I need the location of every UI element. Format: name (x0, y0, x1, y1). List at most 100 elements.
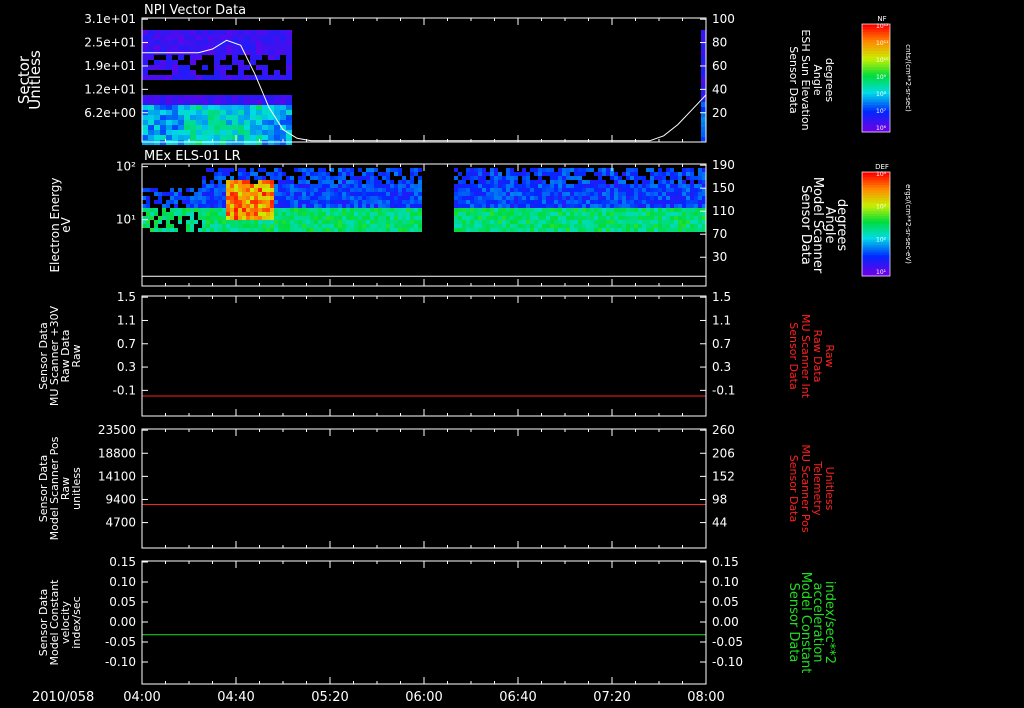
heatmap-cell (586, 208, 590, 212)
heatmap-cell (414, 204, 418, 208)
heatmap-cell (190, 188, 194, 192)
heatmap-cell (602, 192, 606, 196)
heatmap-cell (306, 200, 310, 204)
heatmap-cell (178, 120, 184, 125)
y-tick-label: 0.7 (117, 337, 136, 351)
heatmap-cell (194, 208, 198, 212)
y-tick-label: 9400 (105, 492, 136, 506)
heatmap-cell (602, 224, 606, 228)
heatmap-cell (154, 35, 160, 40)
heatmap-cell (268, 120, 274, 125)
heatmap-cell (582, 172, 586, 176)
heatmap-cell (610, 212, 614, 216)
heatmap-cell (558, 200, 562, 204)
heatmap-cell (670, 176, 674, 180)
heatmap-cell (256, 50, 262, 55)
heatmap-cell (274, 30, 280, 35)
heatmap-cell (268, 30, 274, 35)
y-tick-label: 2.5e+01 (84, 36, 136, 50)
heatmap-cell (174, 200, 178, 204)
heatmap-cell (346, 212, 350, 216)
heatmap-cell (326, 212, 330, 216)
heatmap-cell (398, 180, 402, 184)
heatmap-cell (294, 228, 298, 232)
heatmap-cell (310, 188, 314, 192)
heatmap-cell (502, 180, 506, 184)
heatmap-cell (202, 100, 208, 105)
heatmap-cell (462, 212, 466, 216)
heatmap-cell (256, 115, 262, 120)
heatmap-cell (326, 192, 330, 196)
heatmap-cell (546, 204, 550, 208)
heatmap-cell (474, 208, 478, 212)
heatmap-cell (650, 180, 654, 184)
heatmap-cell (190, 208, 194, 212)
heatmap-cell (226, 30, 232, 35)
heatmap-cell (174, 196, 178, 200)
heatmap-cell (226, 196, 230, 200)
heatmap-cell (306, 196, 310, 200)
heatmap-cell (234, 216, 238, 220)
heatmap-cell (386, 184, 390, 188)
heatmap-cell (232, 130, 238, 135)
def-colorbar-tick: 10² (876, 236, 887, 243)
heatmap-cell (662, 172, 666, 176)
heatmap-cell (262, 70, 268, 75)
heatmap-cell (366, 176, 370, 180)
heatmap-cell (202, 65, 208, 70)
heatmap-cell (280, 120, 286, 125)
heatmap-cell (454, 208, 458, 212)
heatmap-cell (490, 212, 494, 216)
heatmap-cell (278, 168, 282, 172)
heatmap-cell (590, 212, 594, 216)
heatmap-cell (482, 184, 486, 188)
heatmap-cell (670, 188, 674, 192)
heatmap-cell (478, 228, 482, 232)
heatmap-cell (254, 228, 258, 232)
heatmap-cell (522, 216, 526, 220)
heatmap-cell (242, 188, 246, 192)
heatmap-cell (630, 196, 634, 200)
heatmap-cell (218, 168, 222, 172)
heatmap-cell (278, 176, 282, 180)
heatmap-cell (586, 228, 590, 232)
heatmap-cell (154, 115, 160, 120)
heatmap-cell (238, 204, 242, 208)
heatmap-cell (358, 200, 362, 204)
heatmap-cell (286, 216, 290, 220)
heatmap-cell (386, 228, 390, 232)
heatmap-cell (626, 172, 630, 176)
heatmap-cell (230, 180, 234, 184)
heatmap-cell (250, 192, 254, 196)
heatmap-cell (526, 224, 530, 228)
heatmap-cell (382, 224, 386, 228)
heatmap-cell (254, 184, 258, 188)
heatmap-cell (294, 220, 298, 224)
heatmap-cell (654, 200, 658, 204)
heatmap-cell (266, 212, 270, 216)
heatmap-cell (522, 204, 526, 208)
heatmap-cell (494, 224, 498, 228)
y-tick-label-right: 60 (712, 59, 727, 73)
heatmap-cell (390, 180, 394, 184)
heatmap-cell (278, 216, 282, 220)
heatmap-cell (206, 188, 210, 192)
heatmap-cell (458, 192, 462, 196)
heatmap-cell (370, 208, 374, 212)
heatmap-cell (166, 120, 172, 125)
heatmap-cell (178, 188, 182, 192)
heatmap-cell (602, 180, 606, 184)
heatmap-cell (550, 196, 554, 200)
heatmap-cell (294, 192, 298, 196)
heatmap-cell (558, 184, 562, 188)
heatmap-cell (502, 216, 506, 220)
right-axis-label: MU Scanner Int (799, 314, 812, 399)
heatmap-cell (414, 188, 418, 192)
heatmap-cell (522, 192, 526, 196)
heatmap-cell (662, 220, 666, 224)
heatmap-cell (190, 216, 194, 220)
heatmap-cell (462, 188, 466, 192)
heatmap-cell (150, 216, 154, 220)
heatmap-cell (222, 224, 226, 228)
heatmap-cell (698, 224, 702, 228)
